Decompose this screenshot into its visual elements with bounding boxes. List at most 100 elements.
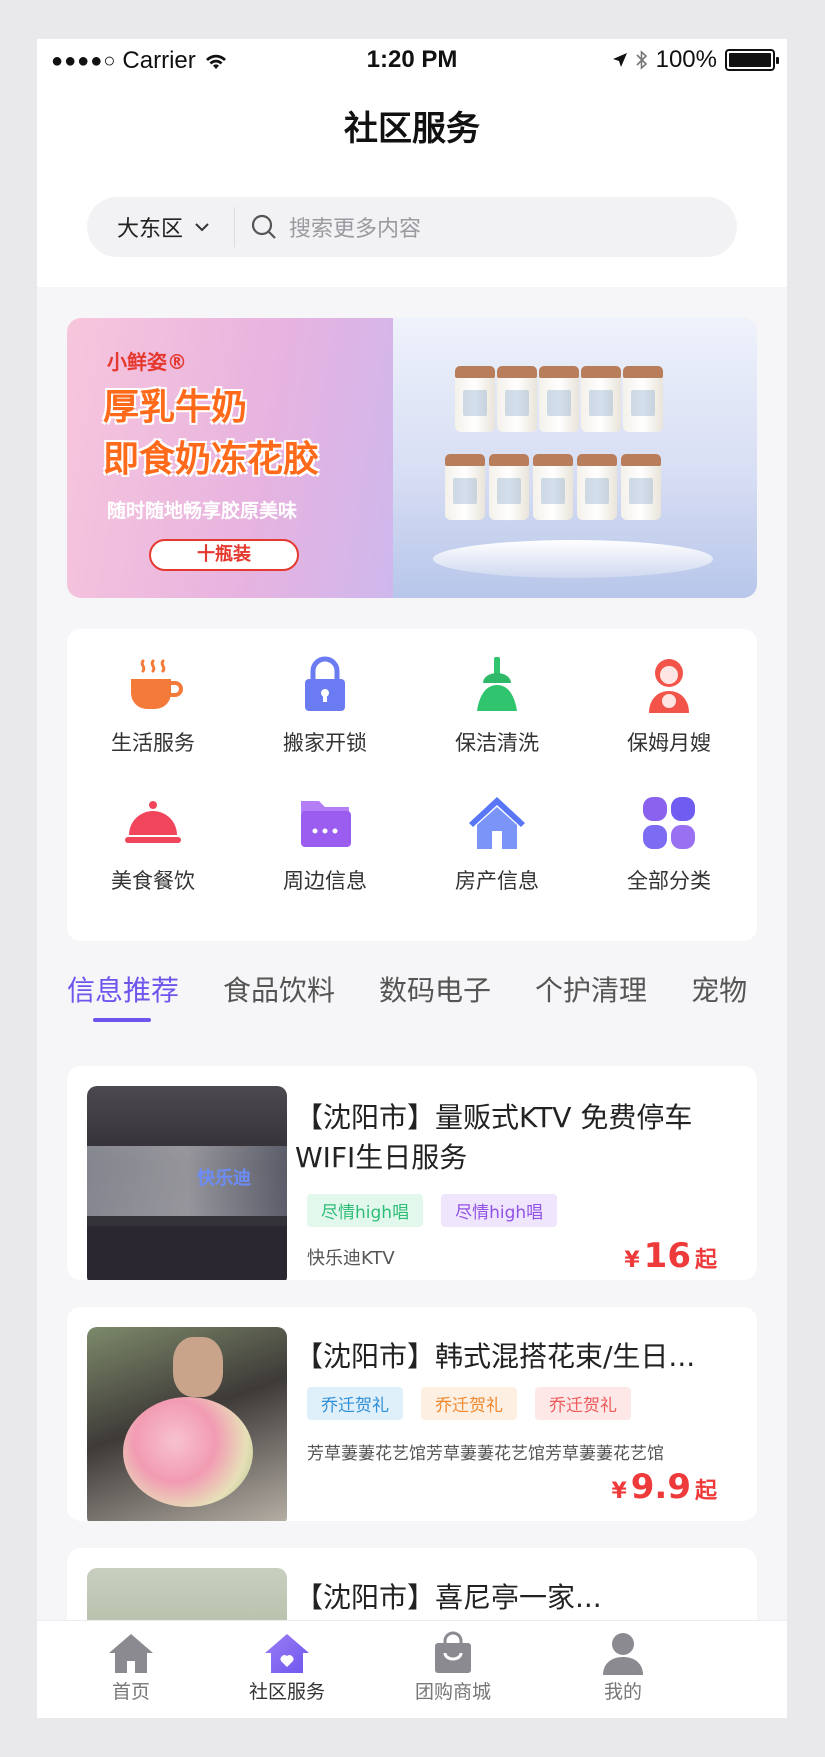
banner-pedestal [433, 540, 713, 578]
tabbar-label: 社区服务 [248, 1681, 325, 1703]
category-label: 生活服务 [111, 731, 195, 755]
tab-food-drinks[interactable]: 食品饮料 [223, 969, 335, 1029]
category-label: 保洁清洗 [455, 731, 539, 755]
jar-image [623, 366, 663, 432]
page-title: 社区服务 [344, 109, 480, 149]
listing-tag: 乔迁贺礼 [307, 1387, 403, 1420]
category-label: 搬家开锁 [283, 731, 367, 755]
coffee-cup-icon [131, 659, 183, 709]
banner-subtitle: 随时随地畅享胶原美味 [107, 500, 298, 522]
person-figure [173, 1337, 223, 1397]
listing-price: ¥9.9 起 [611, 1467, 717, 1507]
tabbar-item-mine[interactable]: 我的 [529, 1621, 717, 1718]
listing-tags: 尽情high唱 尽情high唱 [307, 1194, 558, 1227]
district-label: 大东区 [117, 217, 184, 242]
jar-image [533, 454, 573, 520]
search-icon [251, 214, 276, 239]
jar-image [489, 454, 529, 520]
listing-tag: 尽情high唱 [441, 1194, 558, 1227]
category-label: 全部分类 [627, 869, 711, 893]
jar-image [621, 454, 661, 520]
jar-image [581, 366, 621, 432]
price-currency: ¥ [611, 1479, 627, 1504]
category-item-moving-unlock[interactable]: 搬家开锁 [239, 629, 411, 755]
category-item-nanny[interactable]: 保姆月嫂 [583, 629, 755, 755]
listing-title: 【沈阳市】韩式混搭花束/生日... [295, 1340, 696, 1373]
bottom-tab-bar: 首页 社区服务 团购商城 我的 [37, 1620, 787, 1718]
listing-image [87, 1327, 287, 1521]
broom-icon [477, 657, 517, 711]
price-suffix: 起 [694, 1479, 717, 1504]
status-bar: ●●●●○ Carrier 1:20 PM 100% [37, 39, 787, 83]
category-item-life-service[interactable]: 生活服务 [67, 629, 239, 755]
listing-shop: 快乐迪KTV [307, 1248, 395, 1269]
home-icon [109, 1634, 153, 1673]
price-value: 9.9 [630, 1467, 691, 1507]
bluetooth-icon [636, 50, 647, 70]
banner-headline-1: 厚乳牛奶 [103, 387, 248, 428]
tab-pets[interactable]: 宠物 [691, 969, 747, 1029]
category-label: 保姆月嫂 [627, 731, 711, 755]
district-selector[interactable]: 大东区 [87, 207, 235, 247]
category-item-nearby[interactable]: 周边信息 [239, 767, 411, 893]
jar-image [445, 454, 485, 520]
category-grid: 生活服务 搬家开锁 保洁清洗 保姆月嫂 美食餐饮 周边信息 房产信息 全部分类 [67, 629, 757, 941]
banner-brand: 小鲜姿® [107, 350, 187, 374]
tab-digital[interactable]: 数码电子 [379, 969, 491, 1029]
jar-image [455, 366, 495, 432]
tabbar-label: 我的 [603, 1681, 642, 1703]
jar-image [539, 366, 579, 432]
price-suffix: 起 [694, 1248, 717, 1273]
banner-cta-button[interactable]: 十瓶装 [149, 539, 299, 571]
banner-product-image [393, 318, 757, 598]
listing-title: 【沈阳市】量贩式KTV 免费停车WIFI生日服务 [295, 1101, 693, 1174]
listing-tag: 尽情high唱 [307, 1194, 424, 1227]
category-item-real-estate[interactable]: 房产信息 [411, 767, 583, 893]
listing-shop: 芳草萋萋花艺馆芳草萋萋花艺馆芳草萋萋花艺馆 [307, 1444, 664, 1464]
shopping-bag-icon [435, 1631, 471, 1673]
battery-icon [725, 49, 779, 71]
search-input[interactable]: 搜索更多内容 [289, 211, 421, 243]
nanny-icon [649, 659, 689, 713]
listing-tags: 乔迁贺礼 乔迁贺礼 乔迁贺礼 [307, 1387, 631, 1420]
battery-percent: 100% [655, 46, 717, 73]
folder-icon [301, 801, 351, 847]
lock-icon [305, 656, 345, 711]
community-icon [265, 1634, 309, 1673]
user-icon [603, 1633, 643, 1675]
chevron-down-icon [195, 222, 209, 231]
battery-fill [729, 53, 771, 67]
ktv-floor [87, 1226, 287, 1280]
tabbar-item-group-buy[interactable]: 团购商城 [359, 1621, 547, 1718]
house-icon [469, 797, 525, 849]
promo-banner[interactable]: 小鲜姿® 厚乳牛奶 即食奶冻花胶 随时随地畅享胶原美味 十瓶装 [67, 318, 757, 598]
tab-recommended[interactable]: 信息推荐 [67, 969, 179, 1029]
grid-icon [643, 797, 695, 849]
status-right: 100% [612, 46, 779, 74]
tabbar-item-community[interactable]: 社区服务 [193, 1621, 381, 1718]
category-label: 美食餐饮 [111, 869, 195, 893]
ktv-sign-text: 快乐迪 [197, 1168, 251, 1189]
listing-image: 快乐迪 [87, 1086, 287, 1280]
jar-image [497, 366, 537, 432]
category-tabs: 信息推荐 食品饮料 数码电子 个护清理 宠物 [67, 969, 787, 1029]
banner-headline-2: 即食奶冻花胶 [103, 439, 320, 480]
jar-image [577, 454, 617, 520]
category-label: 房产信息 [455, 869, 539, 893]
dish-cover-icon [125, 801, 181, 843]
listing-tag: 乔迁贺礼 [421, 1387, 517, 1420]
category-item-cleaning[interactable]: 保洁清洗 [411, 629, 583, 755]
listing-card[interactable]: 快乐迪 【沈阳市】量贩式KTV 免费停车WIFI生日服务 尽情high唱 尽情h… [67, 1066, 757, 1280]
price-currency: ¥ [624, 1248, 640, 1273]
tabbar-label: 团购商城 [414, 1681, 491, 1703]
category-item-all[interactable]: 全部分类 [583, 767, 755, 893]
listing-card[interactable]: 【沈阳市】韩式混搭花束/生日... 乔迁贺礼 乔迁贺礼 乔迁贺礼 芳草萋萋花艺馆… [67, 1307, 757, 1521]
tab-personal-care[interactable]: 个护清理 [535, 969, 647, 1029]
search-bar[interactable]: 大东区 搜索更多内容 [87, 197, 737, 257]
listing-tag: 乔迁贺礼 [535, 1387, 631, 1420]
phone-screen: ●●●●○ Carrier 1:20 PM 100% 社区服务 大东区 搜索更多… [37, 39, 787, 1718]
price-value: 16 [643, 1236, 691, 1276]
category-item-food[interactable]: 美食餐饮 [67, 767, 239, 893]
listing-price: ¥16 起 [624, 1236, 717, 1276]
ktv-facade [87, 1146, 287, 1216]
